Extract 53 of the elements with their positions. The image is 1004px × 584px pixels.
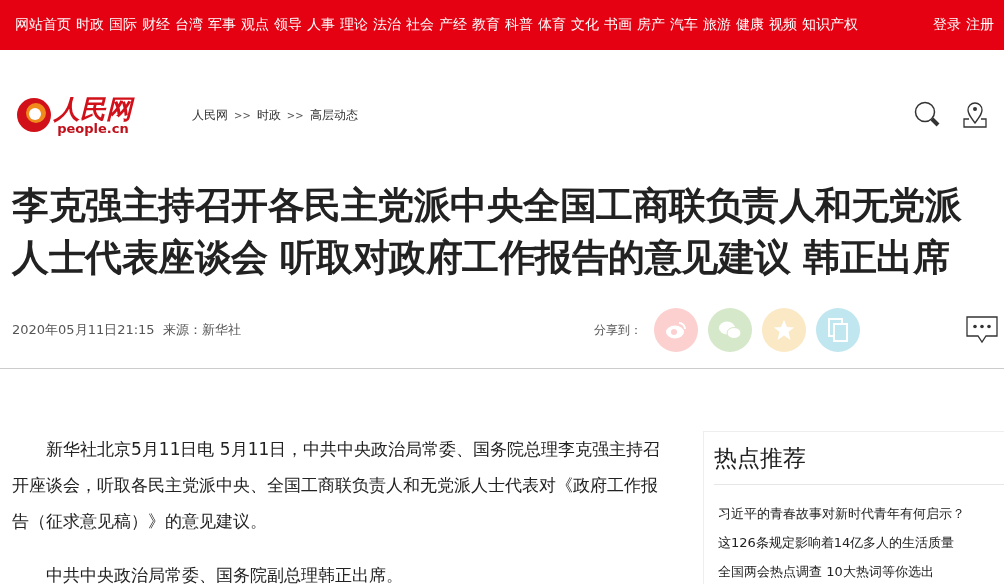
nav-link[interactable]: 健康	[736, 16, 764, 34]
nav-link[interactable]: 教育	[472, 16, 500, 34]
nav-link[interactable]: 财经	[142, 16, 170, 34]
nav-link[interactable]: 书画	[604, 16, 632, 34]
article-source: 来源：新华社	[162, 321, 241, 339]
nav-link[interactable]: 国际	[109, 16, 137, 34]
nav-link[interactable]: 汽车	[670, 16, 698, 34]
account-link[interactable]: 注册	[966, 16, 994, 34]
breadcrumb-separator: >>	[234, 109, 251, 121]
recommended-link[interactable]: 这126条规定影响着14亿多人的生活质量	[714, 528, 1004, 557]
nav-link[interactable]: 产经	[439, 16, 467, 34]
nav-link[interactable]: 知识产权	[802, 16, 858, 34]
nav-link[interactable]: 法治	[373, 16, 401, 34]
publish-date: 2020年05月11日21:15	[12, 321, 155, 339]
nav-link[interactable]: 旅游	[703, 16, 731, 34]
breadcrumb-link[interactable]: 高层动态	[309, 106, 358, 124]
share-button[interactable]	[654, 308, 698, 352]
share-button[interactable]	[816, 308, 860, 352]
article-paragraph: 中共中央政治局常委、国务院副总理韩正出席。	[45, 564, 404, 584]
sidebar-title: 热点推荐	[714, 432, 1004, 485]
share-button[interactable]	[762, 308, 806, 352]
breadcrumb-link[interactable]: 时政	[256, 106, 281, 124]
chat-bubbles-icon	[718, 320, 742, 340]
nav-link[interactable]: 军事	[208, 16, 236, 34]
copy-icon	[828, 318, 848, 342]
nav-link[interactable]: 视频	[769, 16, 797, 34]
recommended-link[interactable]: 习近平的青春故事对新时代青年有何启示？	[714, 499, 1004, 528]
article-title: 李克强主持召开各民主党派中央全国工商联负责人和无党派人士代表座谈会 听取对政府工作报告的意见建议 韩正出席	[11, 183, 963, 281]
recommended-link[interactable]: 全国两会热点调查 10大热词等你选出	[714, 557, 1004, 584]
logo-swirl-icon	[16, 97, 52, 133]
nav-link[interactable]: 理论	[340, 16, 368, 34]
nav-link[interactable]: 网站首页	[15, 16, 71, 34]
share-button[interactable]	[708, 308, 752, 352]
search-icon[interactable]	[914, 101, 942, 127]
nav-link[interactable]: 社会	[406, 16, 434, 34]
nav-link[interactable]: 领导	[274, 16, 302, 34]
breadcrumb-separator: >>	[286, 109, 304, 121]
logo-domain: people.cn	[57, 121, 129, 135]
share-label: 分享到：	[594, 321, 642, 339]
nav-link[interactable]: 观点	[241, 16, 269, 34]
article-paragraph: 新华社北京5月11日电 5月11日，中共中央政治局常委、国务院总理李克强主持召开座谈会，听取各民主党派中央、全国工商联负责人和无党派人士代表对《政府工作报告（征求意见稿）》的意见建议。	[12, 438, 662, 533]
star-icon	[773, 319, 795, 341]
nav-link[interactable]: 人事	[307, 16, 335, 34]
nav-link[interactable]: 房产	[637, 16, 665, 34]
account-link[interactable]: 登录	[933, 16, 961, 34]
nav-link[interactable]: 科普	[505, 16, 533, 34]
location-pin-icon[interactable]	[962, 101, 988, 129]
nav-link[interactable]: 台湾	[175, 16, 203, 34]
nav-link[interactable]: 时政	[76, 16, 104, 34]
comment-icon[interactable]	[966, 316, 998, 344]
nav-link[interactable]: 体育	[538, 16, 566, 34]
breadcrumb-link[interactable]: 人民网	[192, 106, 228, 124]
nav-link[interactable]: 文化	[571, 16, 599, 34]
